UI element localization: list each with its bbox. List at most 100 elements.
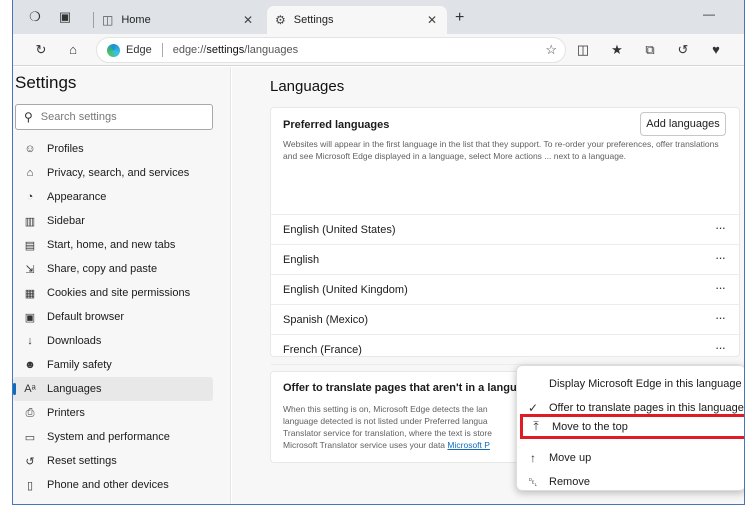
sidebar-item-default-browser[interactable]: ▣ Default browser: [13, 305, 213, 329]
more-actions-icon[interactable]: ···: [709, 219, 731, 241]
tab-separator: [93, 12, 94, 28]
language-row: English (United States) ···: [271, 214, 739, 244]
move-to-top-icon: ⤒: [533, 419, 539, 433]
trash-icon: ␡: [528, 474, 538, 489]
language-name: English (United States): [283, 223, 396, 236]
menu-item-label: Offer to translate pages in this languag…: [549, 402, 744, 414]
sidebar-item-label: Phone and other devices: [47, 479, 169, 491]
tab-home[interactable]: ◫ Home ✕: [85, 6, 263, 34]
phone-icon: ▯: [26, 479, 34, 492]
sidebar-item-profiles[interactable]: ☺ Profiles: [13, 137, 213, 161]
close-icon[interactable]: ✕: [425, 13, 439, 27]
language-row: French (France) ···: [271, 334, 739, 364]
language-row: Spanish (Mexico) ···: [271, 304, 739, 334]
menu-item-label: Remove: [549, 476, 590, 488]
language-name: English: [283, 253, 320, 266]
sidebar-item-phone-and-other-devices[interactable]: ▯ Phone and other devices: [13, 473, 213, 497]
favorites-icon[interactable]: ★: [607, 40, 627, 60]
search-placeholder: Search settings: [40, 111, 117, 123]
sidebar-item-label: Languages: [47, 383, 102, 395]
sidebar-item-label: Profiles: [47, 143, 84, 155]
history-icon[interactable]: ↺: [673, 40, 693, 60]
profile-icon: ☺: [24, 143, 36, 155]
sidebar-item-label: Default browser: [47, 311, 125, 323]
preferred-languages-title: Preferred languages: [283, 119, 390, 131]
menu-item-label: Move to the top: [552, 420, 628, 433]
share-icon: ⇲: [25, 263, 35, 276]
page-icon: ◫: [102, 13, 114, 27]
sidebar-item-share-copy-and-paste[interactable]: ⇲ Share, copy and paste: [13, 257, 213, 281]
privacy-link[interactable]: Microsoft P: [447, 440, 490, 450]
sidebar-item-privacy-search-and-services[interactable]: ⌂ Privacy, search, and services: [13, 161, 213, 185]
address-bar[interactable]: Edge edge://settings/languages ☆: [96, 37, 566, 63]
sidebar-item-appearance[interactable]: ◔ Appearance: [13, 185, 213, 209]
printer-icon: ⎙: [25, 406, 35, 419]
split-screen-icon[interactable]: ◫: [573, 40, 593, 60]
preferred-languages-card: Preferred languages Add languages Websit…: [270, 107, 740, 391]
more-actions-icon[interactable]: ···: [709, 279, 731, 301]
menu-item-display-microsoft-edge-in-this-language[interactable]: Display Microsoft Edge in this language: [517, 372, 744, 396]
browser-essentials-icon[interactable]: ♥: [706, 40, 726, 60]
sidebar-icon: ▥: [24, 215, 36, 228]
sidebar-item-label: Downloads: [47, 335, 102, 347]
sidebar-item-label: Sidebar: [47, 215, 85, 227]
favorite-star-icon[interactable]: ☆: [545, 42, 557, 58]
sidebar-item-start-home-and-new-tabs[interactable]: ▤ Start, home, and new tabs: [13, 233, 213, 257]
settings-sidebar: Settings ⚲ Search settings ☺ Profiles ⌂ Pri…: [13, 67, 231, 504]
sidebar-item-system-and-performance[interactable]: ▭ System and performance: [13, 425, 213, 449]
palette-icon: ◔: [26, 191, 34, 203]
more-actions-icon[interactable]: ···: [709, 309, 731, 331]
sidebar-item-label: Privacy, search, and services: [47, 167, 190, 179]
sidebar-item-family-safety[interactable]: ☻ Family safety: [13, 353, 213, 377]
collections-icon[interactable]: ⧉: [640, 40, 660, 60]
system-icon: ▭: [24, 431, 36, 444]
checkmark-icon: ✓: [527, 401, 539, 415]
sidebar-title: Settings: [15, 73, 77, 92]
languages-icon: Aᵃ: [24, 383, 36, 395]
address-url: edge://settings/languages: [172, 44, 299, 56]
sidebar-item-label: Start, home, and new tabs: [47, 239, 176, 251]
more-actions-icon[interactable]: ···: [709, 249, 731, 271]
language-context-menu: Display Microsoft Edge in this language ✓…: [516, 365, 744, 494]
new-tab-button[interactable]: +: [455, 9, 464, 27]
tab-title: Home: [121, 14, 151, 26]
sidebar-item-printers[interactable]: ⎙ Printers: [13, 401, 213, 425]
address-separator: [161, 43, 163, 57]
menu-item-label: Move up: [549, 452, 592, 464]
language-row: English ···: [271, 244, 739, 274]
menu-item-move-to-the-top[interactable]: ⤒ Move to the top: [520, 414, 744, 439]
download-icon: ↓: [27, 335, 33, 347]
search-input[interactable]: ⚲ Search settings: [15, 104, 213, 130]
tab-settings[interactable]: ⚙ Settings ✕: [267, 6, 447, 34]
refresh-icon[interactable]: ↻: [31, 40, 51, 60]
more-actions-icon[interactable]: ···: [709, 339, 731, 361]
sidebar-item-label: Appearance: [47, 191, 107, 203]
menu-item-remove[interactable]: ␡ Remove: [517, 470, 744, 494]
sidebar-item-label: System and performance: [47, 431, 170, 443]
minimize-icon[interactable]: —: [703, 7, 715, 21]
gear-icon: ⚙: [275, 13, 286, 27]
sidebar-item-label: Reset settings: [47, 455, 117, 467]
sidebar-item-reset-settings[interactable]: ↺ Reset settings: [13, 449, 213, 473]
sidebar-item-cookies-and-site-permissions[interactable]: ▦ Cookies and site permissions: [13, 281, 213, 305]
language-name: Spanish (Mexico): [283, 313, 368, 326]
workspaces-icon[interactable]: ❍: [26, 8, 44, 26]
home-icon: ▤: [24, 239, 36, 252]
preferred-languages-description: Websites will appear in the first langua…: [283, 139, 719, 161]
browser-window: ❍ ▣ ◫ Home ✕ ⚙ Settings ✕ + — ↻ ⌂ Edge e…: [12, 0, 745, 505]
add-languages-button[interactable]: Add languages: [640, 112, 726, 136]
page-title: Languages: [270, 78, 345, 95]
address-label: Edge: [126, 44, 152, 56]
arrow-up-icon: ↑: [530, 451, 536, 465]
sidebar-item-downloads[interactable]: ↓ Downloads: [13, 329, 213, 353]
menu-item-move-up[interactable]: ↑ Move up: [517, 446, 744, 470]
tab-strip: ❍ ▣ ◫ Home ✕ ⚙ Settings ✕ + —: [13, 0, 744, 34]
sidebar-item-sidebar[interactable]: ▥ Sidebar: [13, 209, 213, 233]
language-name: French (France): [283, 343, 362, 356]
sidebar-item-label: Printers: [47, 407, 85, 419]
tab-actions-icon[interactable]: ▣: [56, 8, 74, 26]
menu-item-label: Display Microsoft Edge in this language: [549, 378, 742, 390]
close-icon[interactable]: ✕: [241, 13, 255, 27]
sidebar-item-languages[interactable]: Aᵃ Languages: [13, 377, 213, 401]
home-icon[interactable]: ⌂: [63, 40, 83, 60]
